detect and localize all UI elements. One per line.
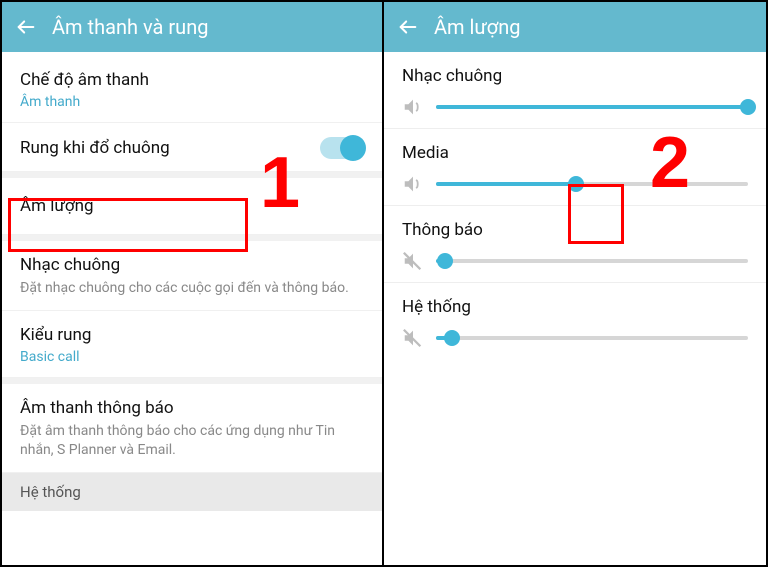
item-sound-mode[interactable]: Chế độ âm thanh Âm thanh <box>2 52 382 123</box>
item-title: Rung khi đổ chuông <box>20 138 170 158</box>
item-sub: Âm thanh <box>20 94 364 110</box>
panel-volume: Âm lượng Nhạc chuông Media <box>384 2 766 565</box>
slider-label: Hệ thống <box>402 297 748 317</box>
item-title: Kiểu rung <box>20 325 364 345</box>
item-title: Âm lượng <box>20 196 364 216</box>
slider-notification[interactable] <box>436 259 748 263</box>
item-title: Chế độ âm thanh <box>20 70 364 90</box>
slider-thumb[interactable] <box>740 99 756 115</box>
slider-block-notification: Thông báo <box>384 206 766 282</box>
item-desc: Đặt âm thanh thông báo cho các ứng dụng … <box>20 422 364 460</box>
toggle-knob <box>340 135 366 161</box>
volume-muted-icon <box>402 327 424 349</box>
header-left: Âm thanh và rung <box>2 2 382 52</box>
toggle-vibrate[interactable] <box>320 137 364 159</box>
slider-fill <box>436 182 576 186</box>
item-desc: Đặt nhạc chuông cho các cuộc gọi đến và … <box>20 279 364 298</box>
volume-icon <box>402 173 424 195</box>
slider-label: Media <box>402 143 748 163</box>
slider-media[interactable] <box>436 182 748 186</box>
slider-label: Nhạc chuông <box>402 66 748 86</box>
header-title-right: Âm lượng <box>434 15 521 39</box>
volume-muted-icon <box>402 250 424 272</box>
section-header-system: Hệ thống <box>2 473 382 511</box>
slider-block-ringtone: Nhạc chuông <box>384 52 766 128</box>
item-vibration-pattern[interactable]: Kiểu rung Basic call <box>2 311 382 378</box>
slider-thumb[interactable] <box>437 253 453 269</box>
slider-system[interactable] <box>436 336 748 340</box>
slider-block-media: Media <box>384 129 766 205</box>
header-right: Âm lượng <box>384 2 766 52</box>
slider-fill <box>436 105 748 109</box>
item-sub: Basic call <box>20 349 364 365</box>
item-ringtone[interactable]: Nhạc chuông Đặt nhạc chuông cho các cuộc… <box>2 241 382 311</box>
item-title: Âm thanh thông báo <box>20 398 364 418</box>
back-icon[interactable] <box>8 9 44 45</box>
slider-label: Thông báo <box>402 220 748 240</box>
panel-sound-and-vibration: Âm thanh và rung Chế độ âm thanh Âm than… <box>2 2 384 565</box>
volume-icon <box>402 96 424 118</box>
item-vibrate-while-ringing[interactable]: Rung khi đổ chuông <box>2 123 382 172</box>
item-volume[interactable]: Âm lượng <box>2 178 382 235</box>
item-title: Nhạc chuông <box>20 255 364 275</box>
item-notification-sound[interactable]: Âm thanh thông báo Đặt âm thanh thông bá… <box>2 384 382 473</box>
slider-thumb[interactable] <box>444 330 460 346</box>
slider-block-system: Hệ thống <box>384 283 766 359</box>
slider-thumb[interactable] <box>568 176 584 192</box>
slider-ringtone[interactable] <box>436 105 748 109</box>
header-title-left: Âm thanh và rung <box>52 15 208 39</box>
back-icon[interactable] <box>390 9 426 45</box>
